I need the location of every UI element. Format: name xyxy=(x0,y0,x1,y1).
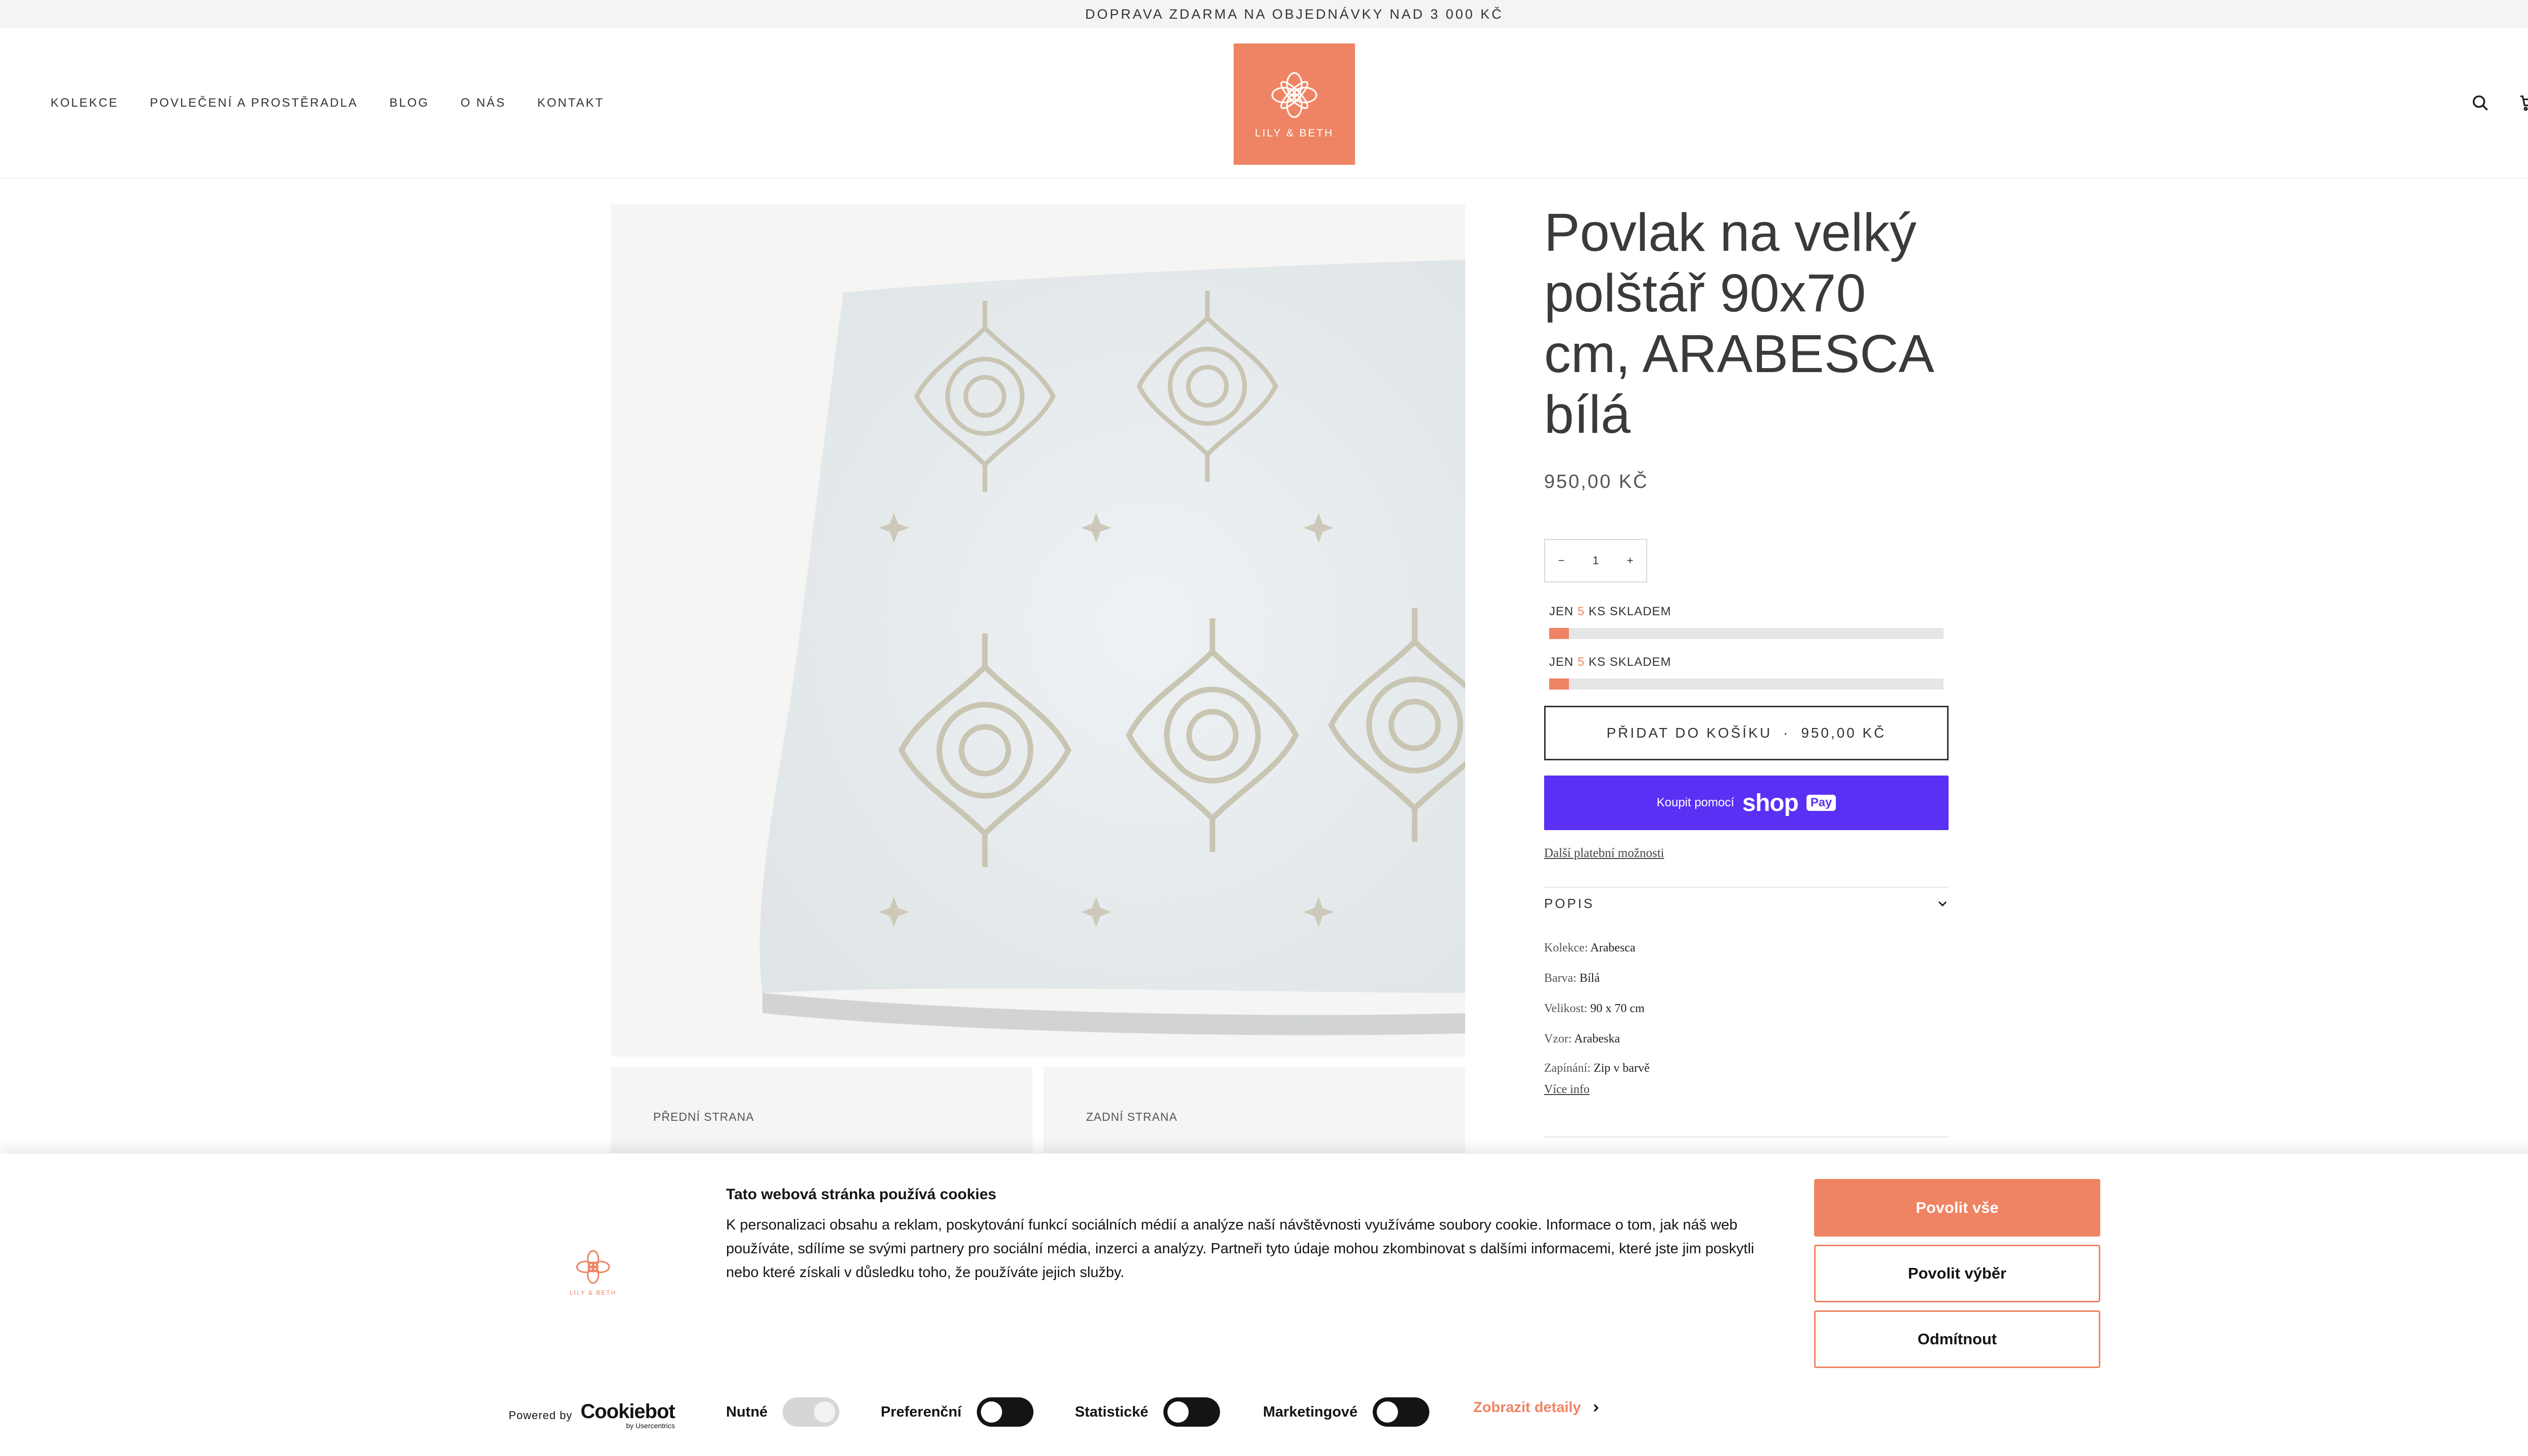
spec-key: Vzor: xyxy=(1544,1032,1572,1045)
toggle-label: Marketingové xyxy=(1263,1403,1358,1420)
divider xyxy=(1544,1136,1949,1138)
spec-key: Velikost: xyxy=(1544,1002,1588,1015)
shop-pay-badge: Pay xyxy=(1806,795,1836,811)
nav-item-blog[interactable]: BLOG xyxy=(389,96,429,110)
pillow-image xyxy=(759,260,1465,1035)
spec-row: Kolekce: Arabesca xyxy=(1544,941,1636,955)
cookie-title: Tato webová stránka používá cookies xyxy=(726,1186,997,1203)
spec-key: Zapínání: xyxy=(1544,1062,1591,1075)
site-header: KOLEKCE POVLEČENÍ A PROSTĚRADLA BLOG O N… xyxy=(0,28,2528,179)
cart-icon xyxy=(2520,95,2528,111)
spec-row: Barva: Bílá xyxy=(1544,972,1600,985)
stock-suffix: KS SKLADEM xyxy=(1589,605,1672,618)
announcement-bar: DOPRAVA ZDARMA NA OBJEDNÁVKY NAD 3 000 K… xyxy=(0,0,2528,28)
show-details-label: Zobrazit detaily xyxy=(1473,1399,1581,1416)
stock-suffix: KS SKLADEM xyxy=(1589,655,1672,669)
spec-row: Velikost: 90 x 70 cm xyxy=(1544,1002,1645,1016)
chevron-right-icon xyxy=(1593,1403,1599,1412)
add-to-cart-separator: · xyxy=(1783,725,1790,741)
thumbnail-back[interactable]: ZADNÍ STRANA xyxy=(1044,1067,1465,1153)
allow-all-button[interactable]: Povolit vše xyxy=(1814,1179,2100,1237)
add-to-cart-button[interactable]: PŘIDAT DO KOŠÍKU · 950,00 KČ xyxy=(1544,706,1949,760)
accordion-label: POPIS xyxy=(1544,895,1595,911)
spec-value: 90 x 70 cm xyxy=(1590,1002,1645,1015)
toggle-necessary: Nutné xyxy=(726,1397,840,1427)
cookiebot-logo: Cookiebot by Usercentrics xyxy=(580,1401,675,1430)
toggle-preferences: Preferenční xyxy=(881,1397,1033,1427)
stock-notice: JEN 5 KS SKLADEM xyxy=(1549,655,1671,669)
toggle-label: Nutné xyxy=(726,1403,768,1420)
announcement-text: DOPRAVA ZDARMA NA OBJEDNÁVKY NAD 3 000 K… xyxy=(1085,7,1504,22)
brand-logo[interactable]: LILY & BETH xyxy=(1234,43,1355,165)
spec-value: Bílá xyxy=(1579,972,1600,985)
stock-prefix: JEN xyxy=(1549,655,1574,669)
cart-button[interactable] xyxy=(2516,91,2528,115)
spec-row: Vzor: Arabeska xyxy=(1544,1032,1620,1046)
brand-name: LILY & BETH xyxy=(1255,127,1334,139)
product-main-image[interactable] xyxy=(611,204,1465,1057)
toggle-label: Statistické xyxy=(1075,1403,1149,1420)
search-icon xyxy=(2472,95,2488,111)
show-details-link[interactable]: Zobrazit detaily xyxy=(1473,1399,1601,1416)
cookie-brand-name: LILY & BETH xyxy=(569,1289,617,1296)
add-to-cart-label: PŘIDAT DO KOŠÍKU xyxy=(1606,725,1772,741)
marketing-switch[interactable] xyxy=(1372,1397,1429,1427)
stock-bar-fill xyxy=(1549,628,1569,639)
nav-item-kolekce[interactable]: KOLEKCE xyxy=(51,96,118,110)
stock-count: 5 xyxy=(1577,605,1585,618)
shop-pay-button[interactable]: Koupit pomocí shop Pay xyxy=(1544,776,1949,830)
statistics-switch[interactable] xyxy=(1163,1397,1221,1427)
stock-bar-fill xyxy=(1549,678,1569,690)
chevron-down-icon xyxy=(1938,901,1947,907)
spec-row: Zapínání: Zip v barvě xyxy=(1544,1062,1650,1075)
qty-value[interactable]: 1 xyxy=(1579,554,1612,567)
thumbnail-label: PŘEDNÍ STRANA xyxy=(653,1110,754,1123)
deny-button[interactable]: Odmítnout xyxy=(1814,1310,2100,1368)
powered-by-label: Powered by xyxy=(509,1409,573,1422)
cookiebot-wordmark: Cookiebot xyxy=(580,1400,675,1423)
toggle-label: Preferenční xyxy=(881,1403,962,1420)
flower-icon xyxy=(576,1250,610,1284)
nav-item-kontakt[interactable]: KONTAKT xyxy=(537,96,605,110)
necessary-switch xyxy=(783,1397,840,1427)
stock-notice: JEN 5 KS SKLADEM xyxy=(1549,605,1671,619)
description-accordion-toggle[interactable]: POPIS xyxy=(1544,886,1949,921)
spec-value: Arabeska xyxy=(1574,1032,1620,1045)
more-payment-options-link[interactable]: Další platební možnosti xyxy=(1544,846,1664,860)
nav-item-o-nas[interactable]: O NÁS xyxy=(461,96,506,110)
shop-pay-prefix: Koupit pomocí xyxy=(1656,796,1735,809)
add-to-cart-price: 950,00 KČ xyxy=(1801,725,1886,741)
qty-decrease-button[interactable]: − xyxy=(1545,554,1577,567)
main-nav: KOLEKCE POVLEČENÍ A PROSTĚRADLA BLOG O N… xyxy=(51,28,636,178)
product-price: 950,00 KČ xyxy=(1544,471,1649,492)
stock-prefix: JEN xyxy=(1549,605,1574,618)
usercentrics-label: by Usercentrics xyxy=(626,1422,675,1430)
stock-bar xyxy=(1549,628,1944,639)
flower-icon xyxy=(1271,72,1318,118)
stock-count: 5 xyxy=(1577,655,1585,669)
allow-selection-button[interactable]: Povolit výběr xyxy=(1814,1245,2100,1302)
spec-key: Barva: xyxy=(1544,972,1576,985)
thumbnail-front[interactable]: PŘEDNÍ STRANA xyxy=(611,1067,1032,1153)
toggle-marketing: Marketingové xyxy=(1263,1397,1429,1427)
spec-key: Kolekce: xyxy=(1544,941,1588,954)
product-title: Povlak na velký polštář 90x70 cm, ARABES… xyxy=(1544,203,1931,444)
cookie-text: K personalizaci obsahu a reklam, poskyto… xyxy=(726,1217,1754,1281)
qty-increase-button[interactable]: + xyxy=(1614,554,1646,567)
spec-value: Zip v barvě xyxy=(1593,1062,1650,1075)
preferences-switch[interactable] xyxy=(976,1397,1033,1427)
cookie-consent-banner: LILY & BETH Tato webová stránka používá … xyxy=(0,1154,2528,1456)
search-button[interactable] xyxy=(2468,91,2493,115)
thumbnail-label: ZADNÍ STRANA xyxy=(1086,1110,1178,1123)
shop-pay-logo: shop xyxy=(1742,789,1799,816)
spec-value: Arabesca xyxy=(1590,941,1636,954)
powered-by-cookiebot[interactable]: Powered by Cookiebot by Usercentrics xyxy=(509,1401,675,1430)
toggle-statistics: Statistické xyxy=(1075,1397,1221,1427)
more-info-link[interactable]: Více info xyxy=(1544,1083,1590,1097)
nav-item-povleceni[interactable]: POVLEČENÍ A PROSTĚRADLA xyxy=(150,96,358,110)
quantity-stepper: − 1 + xyxy=(1544,539,1647,582)
cookie-brand-logo: LILY & BETH xyxy=(565,1248,621,1303)
stock-bar xyxy=(1549,678,1944,690)
